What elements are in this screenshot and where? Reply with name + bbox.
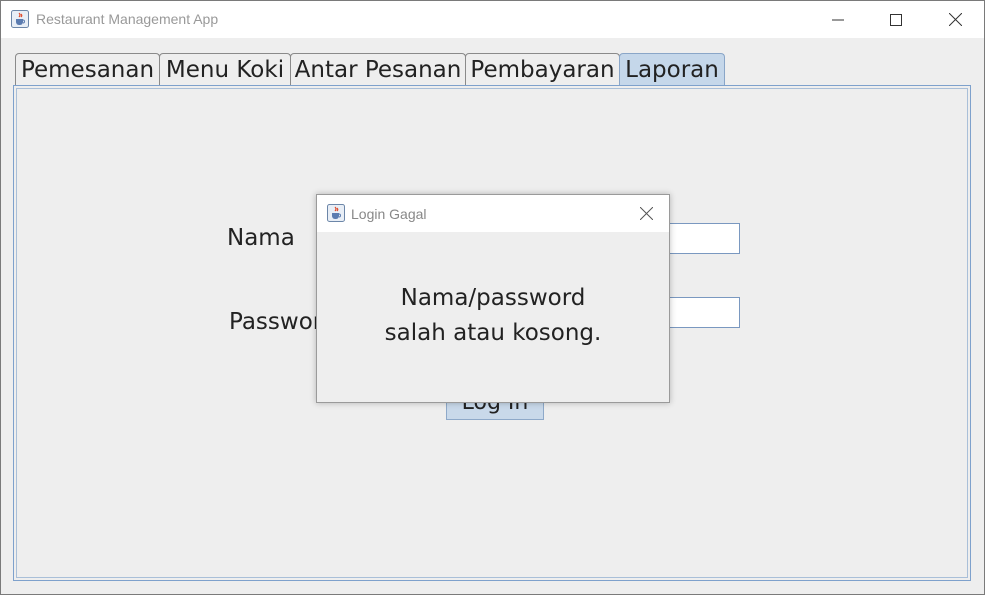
main-window: Restaurant Management App Pemesanan Menu…	[0, 0, 985, 595]
close-icon	[639, 206, 653, 220]
title-bar[interactable]: Restaurant Management App	[1, 1, 984, 38]
java-coffee-icon	[11, 10, 29, 28]
password-input[interactable]	[668, 297, 740, 328]
tab-antar-pesanan[interactable]: Antar Pesanan	[290, 53, 466, 85]
dialog-close-button[interactable]	[633, 200, 659, 226]
tab-menu-koki[interactable]: Menu Koki	[159, 53, 291, 85]
login-failed-dialog: Login Gagal Nama/password salah atau kos…	[316, 194, 670, 403]
tab-pembayaran[interactable]: Pembayaran	[465, 53, 620, 85]
minimize-icon	[832, 19, 844, 20]
dialog-message-line-2: salah atau kosong.	[384, 320, 602, 346]
java-coffee-icon	[327, 204, 345, 222]
dialog-message-line-1: Nama/password	[400, 285, 586, 311]
close-icon	[948, 13, 962, 26]
dialog-title-bar[interactable]: Login Gagal	[317, 195, 669, 232]
dialog-title: Login Gagal	[351, 206, 427, 222]
tab-pemesanan[interactable]: Pemesanan	[15, 53, 160, 85]
window-title: Restaurant Management App	[36, 11, 219, 27]
dialog-message: Nama/password salah atau kosong.	[317, 281, 669, 351]
name-input[interactable]	[668, 223, 740, 254]
close-button[interactable]	[926, 1, 984, 38]
password-label: Passwor	[229, 309, 323, 335]
minimize-button[interactable]	[809, 1, 867, 38]
name-label: Nama	[227, 225, 295, 251]
tab-laporan[interactable]: Laporan	[619, 53, 725, 85]
maximize-button[interactable]	[867, 1, 925, 38]
maximize-icon	[890, 13, 902, 26]
